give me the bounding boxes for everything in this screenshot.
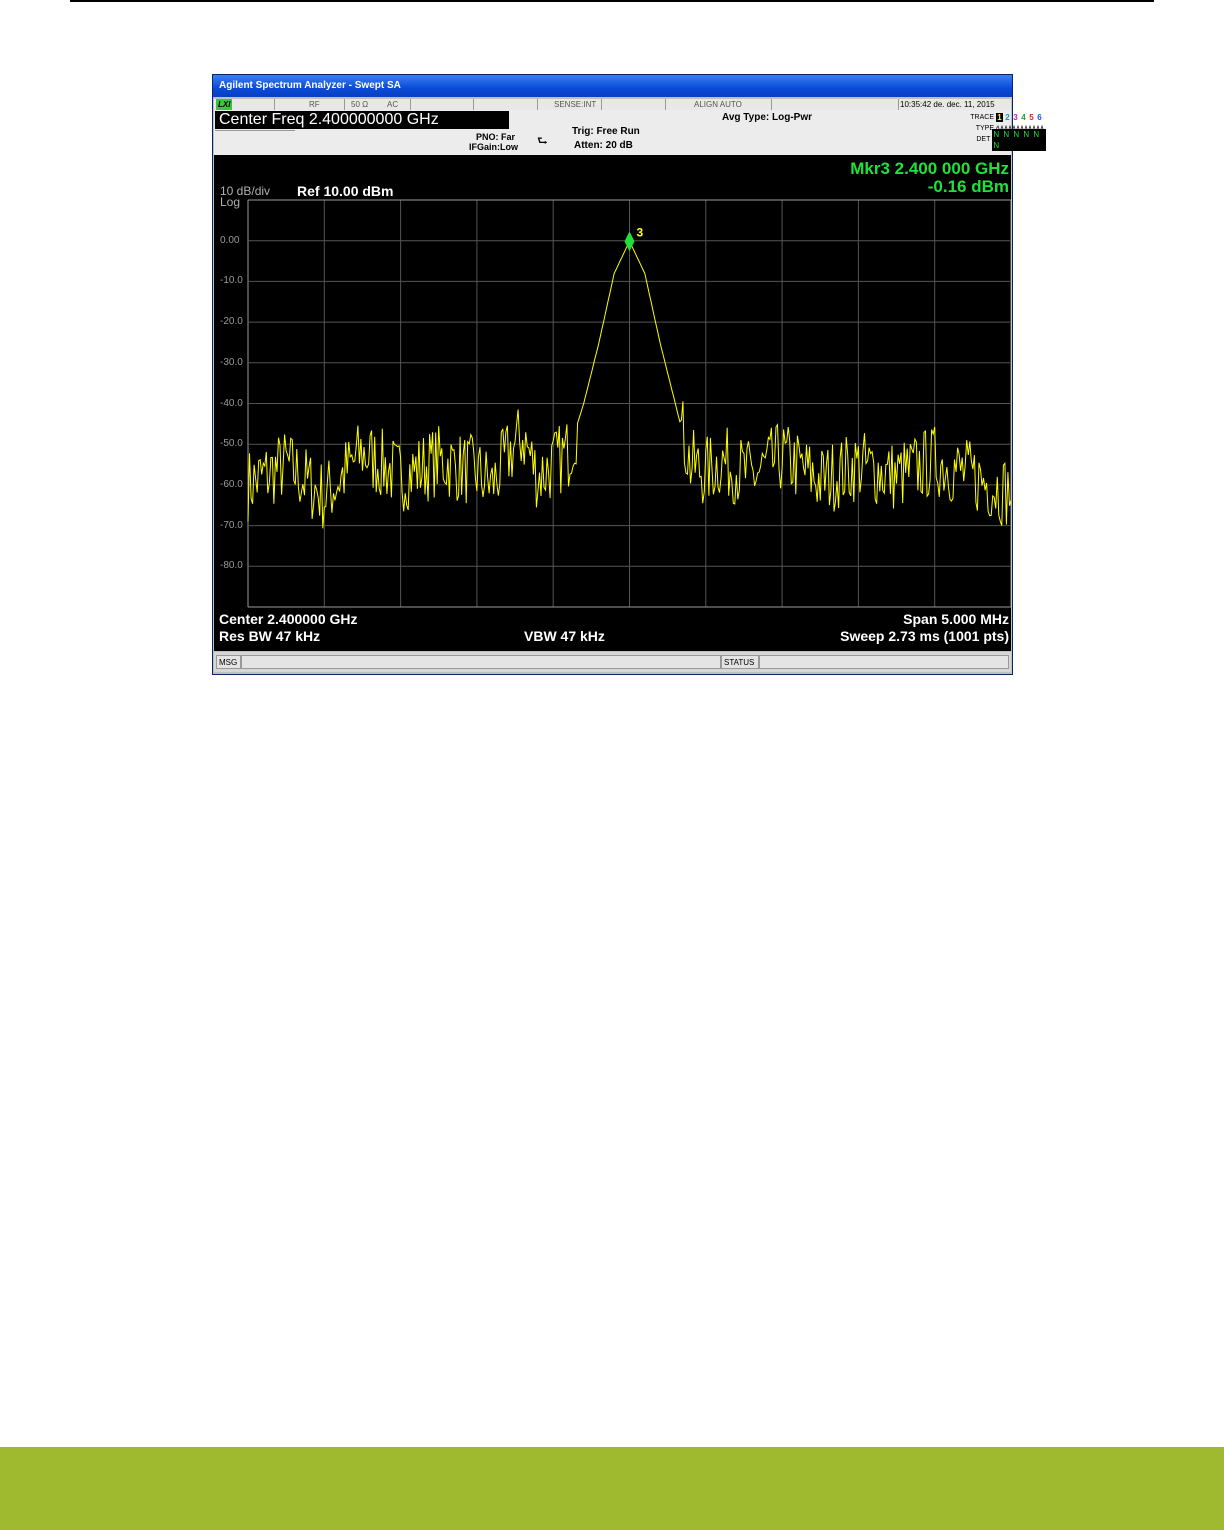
trace-5[interactable]: 5 xyxy=(1028,113,1035,122)
y-tick-label: -40.0 xyxy=(220,397,243,409)
divider xyxy=(665,99,666,110)
lxi-badge: LXI xyxy=(216,99,233,110)
det-2: N xyxy=(1003,129,1011,139)
divider xyxy=(601,99,602,110)
y-tick-label: -30.0 xyxy=(220,356,243,368)
det-1: N xyxy=(993,129,1001,139)
trace-indicator: TRACE 1 2 3 4 5 6 TYPE DET N N N N N N xyxy=(954,112,1046,151)
spectrum-display: 3 Mkr3 2.400 000 GHz -0.16 dBm 10 dB/div… xyxy=(214,155,1011,651)
window-title: Agilent Spectrum Analyzer - Swept SA xyxy=(213,75,1012,97)
msg-label: MSG xyxy=(216,655,241,669)
impedance-indicator: 50 Ω xyxy=(351,100,369,109)
align-indicator: ALIGN AUTO xyxy=(694,100,742,109)
det-6: N xyxy=(993,140,1001,150)
coupling-indicator: AC xyxy=(387,100,399,109)
y-tick-label: -50.0 xyxy=(220,438,243,450)
trace-1[interactable]: 1 xyxy=(996,113,1003,122)
det-label: DET xyxy=(976,136,991,143)
trigger-setting: Trig: Free Run xyxy=(572,126,640,137)
res-bw: Res BW 47 kHz xyxy=(219,628,321,644)
trace-row: TRACE 1 2 3 4 5 6 xyxy=(954,112,1046,123)
vbw: VBW 47 kHz xyxy=(524,628,605,644)
plot-grid xyxy=(247,199,1011,608)
datetime: 10:35:42 de. dec. 11, 2015 xyxy=(900,100,995,109)
analyzer-window: Agilent Spectrum Analyzer - Swept SA LXI… xyxy=(212,74,1046,675)
type-label: TYPE xyxy=(975,125,994,132)
marker-group: 3 xyxy=(624,225,644,252)
center-freq-readout[interactable]: Center Freq 2.400000000 GHz xyxy=(215,111,509,129)
y-tick-label: 0.00 xyxy=(220,234,240,246)
span: Span 5.000 MHz xyxy=(903,611,1009,627)
ref-level: Ref 10.00 dBm xyxy=(297,183,394,199)
det-3: N xyxy=(1013,129,1021,139)
trace-4[interactable]: 4 xyxy=(1020,113,1027,122)
atten-setting: Atten: 20 dB xyxy=(574,140,633,151)
divider xyxy=(473,99,474,110)
divider xyxy=(215,130,295,131)
settings-panel: Center Freq 2.400000000 GHz PNO: Far IFG… xyxy=(214,110,1046,155)
trace-label: TRACE xyxy=(970,114,994,121)
y-tick-label: -20.0 xyxy=(220,316,243,328)
det-5: N xyxy=(1033,129,1041,139)
status-label: STATUS xyxy=(721,655,759,669)
y-tick-label: -70.0 xyxy=(220,519,243,531)
footer-band xyxy=(0,1447,1224,1530)
divider xyxy=(274,99,275,110)
trigger-icon: ⮑ xyxy=(537,134,548,148)
center-frequency: Center 2.400000 GHz xyxy=(219,611,358,627)
y-tick-label: -60.0 xyxy=(220,478,243,490)
divider xyxy=(537,99,538,110)
y-tick-label: -80.0 xyxy=(220,560,243,572)
trace-3[interactable]: 3 xyxy=(1012,113,1019,122)
message-bar: MSG STATUS xyxy=(214,652,1011,672)
marker-frequency: Mkr3 2.400 000 GHz xyxy=(850,159,1009,178)
spectrum-plot: 3 xyxy=(247,199,1011,608)
det-values: N N N N N N xyxy=(992,128,1046,151)
status-field xyxy=(759,655,1009,669)
status-strip: LXI RF 50 Ω AC SENSE:INT ALIGN AUTO 10:3… xyxy=(214,99,1011,110)
ifgain-setting: IFGain:Low xyxy=(469,142,518,152)
trace-6[interactable]: 6 xyxy=(1036,113,1043,122)
avg-type-setting: Avg Type: Log-Pwr xyxy=(722,112,812,123)
pno-setting: PNO: Far xyxy=(476,132,516,142)
det-4: N xyxy=(1023,129,1031,139)
det-row: DET N N N N N N xyxy=(954,128,1046,151)
sense-indicator: SENSE:INT xyxy=(554,100,597,109)
msg-field xyxy=(241,655,721,669)
page-top-rule xyxy=(70,0,1154,2)
divider xyxy=(344,99,345,110)
marker-level: -0.16 dBm xyxy=(927,177,1009,196)
divider xyxy=(410,99,411,110)
sweep: Sweep 2.73 ms (1001 pts) xyxy=(840,628,1009,644)
log-label: Log xyxy=(220,195,241,209)
divider xyxy=(898,99,899,110)
trace-2[interactable]: 2 xyxy=(1004,113,1011,122)
y-tick-label: -10.0 xyxy=(220,275,243,287)
divider xyxy=(771,99,772,110)
rf-indicator: RF xyxy=(309,100,320,109)
marker-number-label: 3 xyxy=(637,225,644,239)
